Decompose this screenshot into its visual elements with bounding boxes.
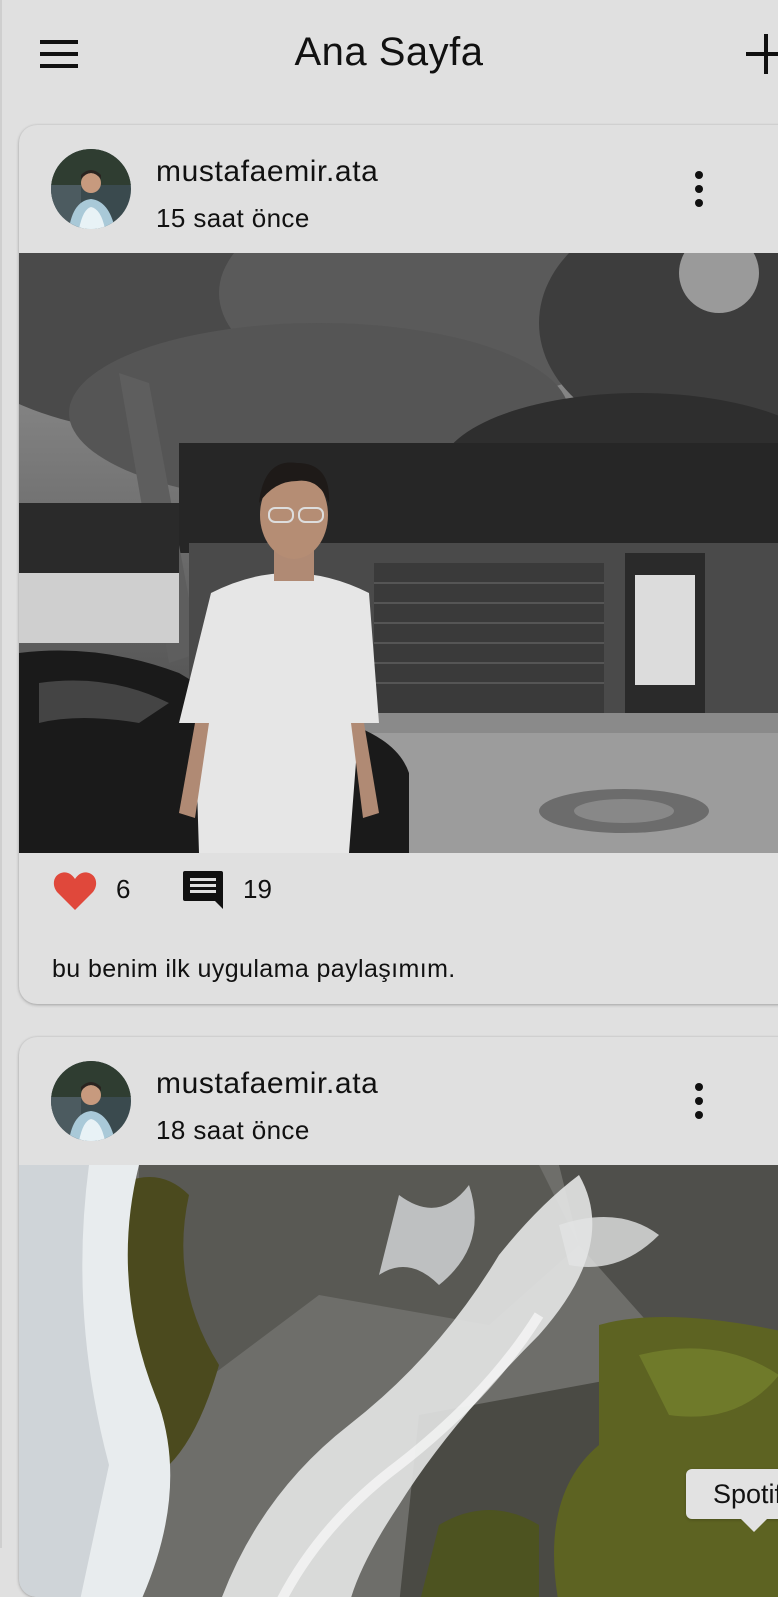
heart-icon[interactable] (53, 871, 97, 911)
post-username[interactable]: mustafaemir.ata (156, 1066, 378, 1102)
tooltip-pointer (740, 1518, 768, 1532)
window-edge (0, 0, 2, 1548)
post-image[interactable] (19, 1165, 778, 1597)
more-options-icon[interactable] (687, 1081, 711, 1121)
avatar[interactable] (51, 149, 131, 229)
post-time: 15 saat önce (156, 203, 310, 233)
like-count: 6 (116, 874, 131, 904)
avatar[interactable] (51, 1061, 131, 1141)
comment-count: 19 (243, 874, 272, 904)
avatar-photo (51, 149, 131, 229)
comment-icon[interactable] (182, 869, 224, 909)
app-bar: Ana Sayfa (0, 0, 778, 104)
tooltip: Spotify (686, 1469, 778, 1519)
avatar-photo (51, 1061, 131, 1141)
post-username[interactable]: mustafaemir.ata (156, 154, 378, 190)
post-time: 18 saat önce (156, 1115, 310, 1145)
post-photo (19, 253, 778, 853)
post-stats: 6 19 (19, 863, 339, 923)
post-image[interactable] (19, 253, 778, 853)
add-post-icon[interactable] (746, 34, 778, 74)
post-card: mustafaemir.ata 15 saat önce 6 19 bu ben… (19, 125, 778, 1004)
tooltip-text: Spotify (713, 1479, 778, 1509)
more-options-icon[interactable] (687, 169, 711, 209)
post-caption: bu benim ilk uygulama paylaşımım. (52, 955, 456, 983)
post-card: mustafaemir.ata 18 saat önce (19, 1037, 778, 1597)
page-title: Ana Sayfa (294, 30, 484, 74)
post-photo (19, 1165, 778, 1597)
